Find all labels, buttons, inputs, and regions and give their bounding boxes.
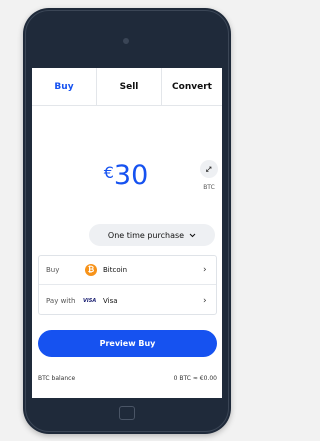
home-button[interactable] (119, 406, 135, 420)
tab-buy[interactable]: Buy (32, 68, 96, 106)
bitcoin-icon: ₿ (85, 264, 97, 276)
amount-value: 30 (113, 160, 149, 191)
purchase-type-label: One time purchase (107, 230, 185, 240)
asset-row[interactable]: Buy ₿ Bitcoin › (39, 256, 216, 285)
amount-display[interactable]: € 30 (86, 160, 166, 196)
swap-currency-button[interactable] (200, 160, 218, 178)
phone-frame: Buy Sell Convert € 30 BTC One time purch… (23, 8, 231, 434)
purchase-type-dropdown[interactable]: One time purchase (89, 224, 215, 246)
swap-arrows-icon (206, 166, 212, 172)
asset-row-value: Bitcoin (103, 266, 128, 274)
asset-row-label: Buy (46, 266, 60, 274)
chevron-down-icon (189, 233, 196, 237)
tab-sell[interactable]: Sell (96, 68, 162, 106)
preview-buy-button[interactable]: Preview Buy (38, 330, 217, 357)
chevron-right-icon: › (203, 265, 207, 275)
payment-row-label: Pay with (46, 296, 76, 305)
order-details-card: Buy ₿ Bitcoin › Pay with VISA Visa › (38, 255, 217, 315)
camera-icon (123, 38, 129, 44)
swap-currency-label: BTC (203, 184, 215, 191)
payment-row[interactable]: Pay with VISA Visa › (39, 286, 216, 315)
buy-screen: Buy Sell Convert € 30 BTC One time purch… (32, 68, 222, 398)
visa-logo: VISA (83, 297, 97, 304)
chevron-right-icon: › (203, 295, 207, 306)
balance-label: BTC balance (38, 375, 76, 382)
balance-value: 0 BTC ≈ €0.00 (173, 375, 217, 382)
payment-row-value: Visa (103, 296, 118, 305)
currency-symbol: € (103, 163, 114, 182)
tab-bar: Buy Sell Convert (32, 68, 222, 106)
tab-convert[interactable]: Convert (162, 68, 222, 106)
